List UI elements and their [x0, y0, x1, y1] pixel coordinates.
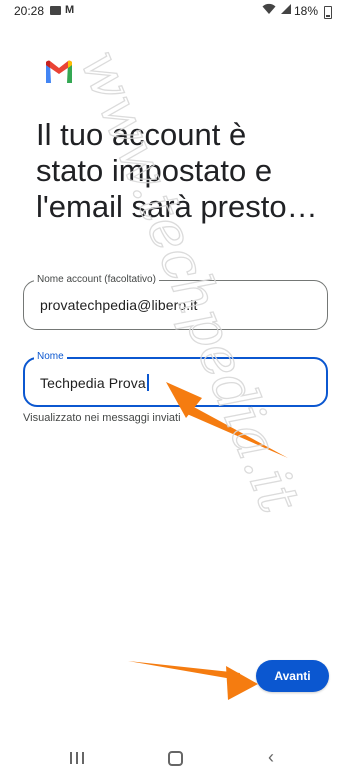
gmail-notification-icon: M [65, 4, 75, 16]
gallery-icon [50, 6, 61, 15]
home-icon[interactable] [168, 751, 183, 766]
battery-icon [324, 6, 332, 19]
name-field[interactable]: Nome Techpedia Prova [23, 350, 328, 407]
text-cursor [146, 374, 149, 391]
annotation-arrow-next-button [128, 661, 258, 700]
status-time: 20:28 [14, 4, 45, 18]
account-name-value[interactable]: provatechpedia@libero.it [40, 297, 197, 313]
gmail-logo [44, 60, 74, 84]
recents-icon[interactable] [70, 752, 84, 764]
status-bar: 20:28 M 18% [0, 0, 350, 22]
signal-icon [280, 3, 292, 18]
account-name-label: Nome account (facoltativo) [34, 273, 159, 287]
wifi-icon [262, 3, 276, 18]
name-value-wrap[interactable]: Techpedia Prova [40, 374, 149, 391]
page-title: Il tuo account è stato impostato e l'ema… [36, 117, 318, 224]
battery-percent: 18% [294, 4, 319, 18]
name-label: Nome [34, 350, 67, 364]
next-button[interactable]: Avanti [256, 660, 329, 692]
name-helper-text: Visualizzato nei messaggi inviati [23, 412, 181, 424]
account-name-field[interactable]: Nome account (facoltativo) provatechpedi… [23, 273, 328, 330]
back-icon[interactable]: ‹ [268, 748, 274, 766]
name-value[interactable]: Techpedia Prova [40, 375, 146, 391]
